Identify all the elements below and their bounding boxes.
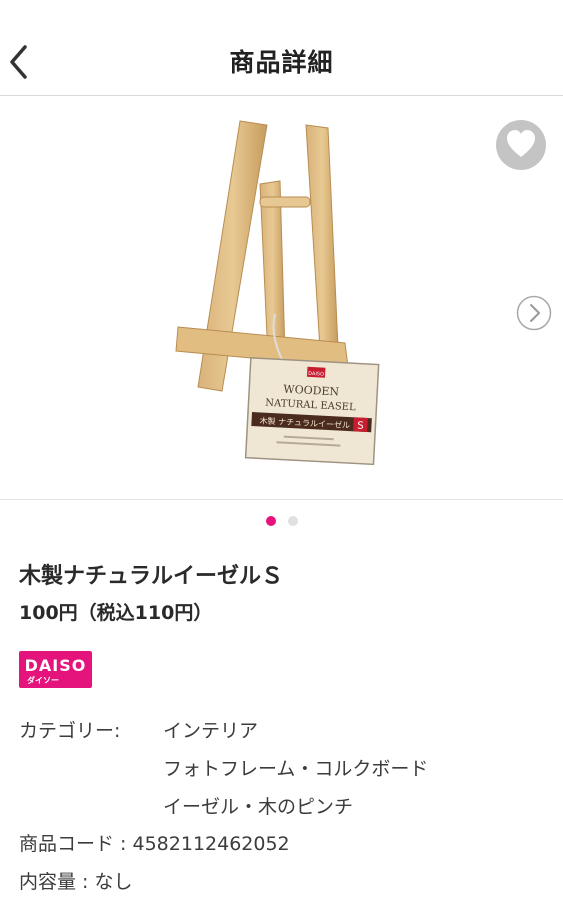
brand-logo-text: DAISO [24,656,87,675]
pagination-dot-active[interactable] [265,516,276,526]
product-price: 100円（税込110円） [19,602,213,624]
product-name: 木製ナチュラルイーゼルＳ [19,564,284,589]
product-code-row: 商品コード : 4582112462052 [19,829,290,856]
tag-brand-text: DAISO [308,371,324,378]
brand-logo: DAISO ダイソー [19,651,92,688]
tag-size-text: S [357,420,364,431]
category-label: カテゴリー: [19,720,121,742]
next-image-button[interactable] [516,295,552,331]
gallery-pagination [0,516,563,526]
category-value[interactable]: フォトフレーム・コルクボード [163,754,428,781]
separator: : [114,833,133,855]
product-code-label: 商品コード [19,833,115,855]
category-value[interactable]: インテリア [163,716,258,743]
product-code-value: 4582112462052 [132,833,290,855]
pagination-dot[interactable] [287,516,298,526]
page-title: 商品詳細 [229,48,334,77]
brand-logo-subtext: ダイソー [27,676,59,685]
heart-icon [507,130,535,157]
chevron-right-circle-icon [516,295,552,331]
volume-row: 内容量 : なし [19,867,133,894]
product-image-gallery[interactable]: DAISO WOODEN NATURAL EASEL 木製 ナチュラルイーゼル … [0,97,563,500]
header-bar: 商品詳細 [0,0,563,96]
product-image: DAISO WOODEN NATURAL EASEL 木製 ナチュラルイーゼル … [175,120,380,466]
favorite-button[interactable] [496,120,546,170]
volume-value: なし [94,871,133,893]
volume-label: 内容量 [19,871,77,893]
separator: : [76,871,95,893]
category-value[interactable]: イーゼル・木のピンチ [163,792,353,819]
